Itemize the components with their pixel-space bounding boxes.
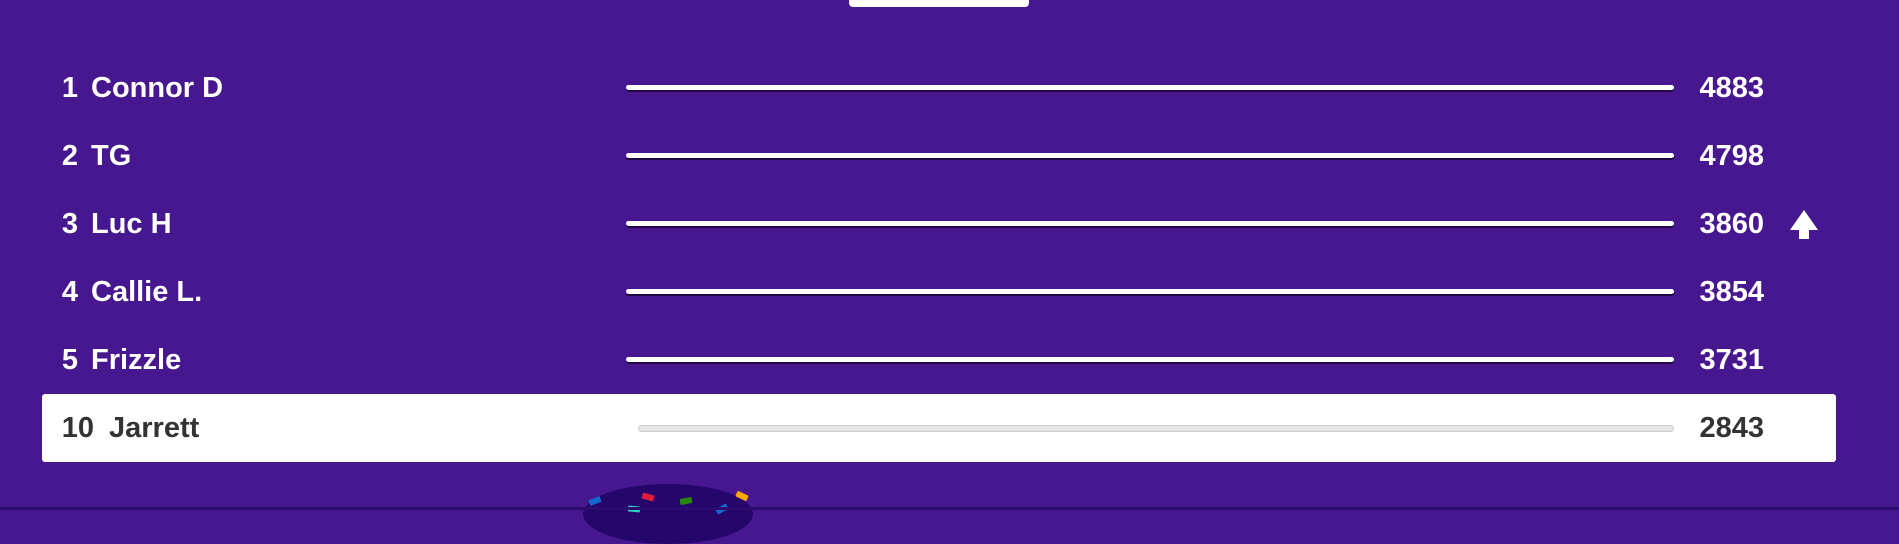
score-bar — [626, 153, 1674, 158]
leaderboard: 1 Connor D 4883 2 TG 4798 3 Luc H 3860 4… — [42, 54, 1836, 462]
player-score: 4883 — [1699, 72, 1764, 104]
player-score: 4798 — [1699, 140, 1764, 172]
player-name: Luc H — [91, 208, 172, 240]
player-name: Frizzle — [91, 344, 182, 376]
player-name: Connor D — [91, 72, 224, 104]
player-score: 3854 — [1699, 276, 1764, 308]
player-score: 3860 — [1699, 208, 1764, 240]
player-name: Jarrett — [109, 412, 200, 444]
leaderboard-row: 2 TG 4798 — [42, 122, 1836, 190]
podium-graphic — [583, 484, 753, 544]
score-bar — [626, 221, 1674, 226]
top-tab — [849, 0, 1029, 7]
leaderboard-row: 1 Connor D 4883 — [42, 54, 1836, 122]
player-score: 2843 — [1699, 412, 1764, 444]
score-bar — [626, 289, 1674, 294]
rank-number: 4 — [61, 276, 78, 308]
rank-number: 3 — [61, 208, 78, 240]
player-name: TG — [91, 140, 132, 172]
rank-number: 1 — [61, 72, 78, 104]
player-name: Callie L. — [91, 276, 203, 308]
player-score: 3731 — [1699, 344, 1764, 376]
rank-number: 2 — [61, 140, 78, 172]
score-bar — [638, 425, 1674, 432]
current-player-row: 10 Jarrett 2843 — [42, 394, 1836, 462]
leaderboard-row: 3 Luc H 3860 — [42, 190, 1836, 258]
leaderboard-row: 5 Frizzle 3731 — [42, 326, 1836, 394]
up-arrow-icon — [1790, 210, 1818, 239]
score-bar — [626, 85, 1674, 90]
rank-number: 5 — [61, 344, 78, 376]
score-bar — [626, 357, 1674, 362]
leaderboard-row: 4 Callie L. 3854 — [42, 258, 1836, 326]
rank-number: 10 — [61, 412, 94, 444]
